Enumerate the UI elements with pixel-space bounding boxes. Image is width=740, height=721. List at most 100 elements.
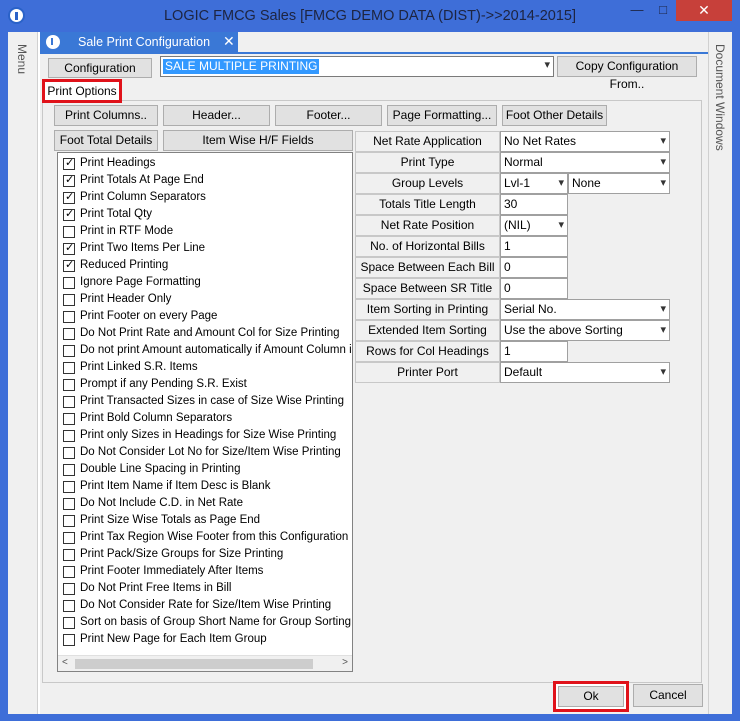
list-item[interactable]: Do Not Consider Rate for Size/Item Wise …	[63, 598, 352, 615]
item-wise-hf-fields-button[interactable]: Item Wise H/F Fields	[163, 130, 353, 151]
checkbox[interactable]	[63, 583, 75, 595]
checkbox[interactable]	[63, 532, 75, 544]
extended-sorting-select[interactable]: Use the above Sorting ▾	[500, 320, 670, 341]
foot-total-details-button[interactable]: Foot Total Details	[54, 130, 158, 151]
rows-col-headings-input[interactable]: 1	[500, 341, 568, 362]
list-item[interactable]: Print Headings	[63, 156, 352, 173]
checkbox[interactable]	[63, 617, 75, 629]
page-formatting-button[interactable]: Page Formatting...	[387, 105, 497, 126]
checkbox[interactable]	[63, 515, 75, 527]
document-windows-label[interactable]: Document Windows	[713, 44, 727, 151]
checkbox[interactable]	[63, 447, 75, 459]
list-item[interactable]: Do Not Print Free Items in Bill	[63, 581, 352, 598]
checkbox[interactable]	[63, 481, 75, 493]
list-item[interactable]: Do Not Consider Lot No for Size/Item Wis…	[63, 445, 352, 462]
checkbox[interactable]	[63, 498, 75, 510]
close-window-button[interactable]: ✕	[676, 0, 732, 21]
print-type-select[interactable]: Normal ▾	[500, 152, 670, 173]
checkbox[interactable]	[63, 258, 75, 272]
item-sorting-select[interactable]: Serial No. ▾	[500, 299, 670, 320]
net-rate-position-select[interactable]: (NIL) ▾	[500, 215, 568, 236]
list-item[interactable]: Print Pack/Size Groups for Size Printing	[63, 547, 352, 564]
checkbox[interactable]	[63, 549, 75, 561]
configuration-select[interactable]: SALE MULTIPLE PRINTING ▾	[160, 56, 554, 77]
copy-configuration-button[interactable]: Copy Configuration From..	[557, 56, 697, 91]
checkbox[interactable]	[63, 241, 75, 255]
checkbox[interactable]	[63, 362, 75, 374]
print-options-list[interactable]: Print Headings Print Totals At Page End …	[57, 152, 353, 672]
chevron-down-icon[interactable]: ▾	[544, 58, 550, 71]
checkbox[interactable]	[63, 600, 75, 612]
list-item[interactable]: Print Linked S.R. Items	[63, 360, 352, 377]
space-each-bill-input[interactable]: 0	[500, 257, 568, 278]
horizontal-bills-input[interactable]: 1	[500, 236, 568, 257]
list-item[interactable]: Print in RTF Mode	[63, 224, 352, 241]
checkbox[interactable]	[63, 328, 75, 340]
print-columns-button[interactable]: Print Columns..	[54, 105, 158, 126]
maximize-button[interactable]: □	[650, 0, 676, 21]
tab-sale-print-configuration[interactable]: Sale Print Configuration ✕	[40, 32, 238, 52]
space-sr-title-input[interactable]: 0	[500, 278, 568, 299]
horizontal-scrollbar[interactable]: < >	[58, 655, 352, 671]
group-levels-secondary-select[interactable]: None ▾	[568, 173, 670, 194]
cancel-button[interactable]: Cancel	[633, 684, 703, 707]
list-item[interactable]: Print Footer Immediately After Items	[63, 564, 352, 581]
checkbox[interactable]	[63, 311, 75, 323]
chevron-down-icon[interactable]: ▾	[660, 321, 666, 340]
chevron-down-icon[interactable]: ▾	[558, 216, 564, 235]
checkbox[interactable]	[63, 294, 75, 306]
footer-button[interactable]: Footer...	[275, 105, 382, 126]
configuration-button[interactable]: Configuration	[48, 58, 152, 78]
side-menu-label[interactable]: Menu	[15, 44, 29, 74]
chevron-down-icon[interactable]: ▾	[558, 174, 564, 193]
checkbox[interactable]	[63, 277, 75, 289]
list-item[interactable]: Reduced Printing	[63, 258, 352, 275]
list-item[interactable]: Print Size Wise Totals as Page End	[63, 513, 352, 530]
foot-other-details-button[interactable]: Foot Other Details	[502, 105, 607, 126]
net-rate-application-select[interactable]: No Net Rates ▾	[500, 131, 670, 152]
checkbox[interactable]	[63, 566, 75, 578]
totals-title-length-input[interactable]: 30	[500, 194, 568, 215]
checkbox[interactable]	[63, 396, 75, 408]
checkbox[interactable]	[63, 379, 75, 391]
list-item[interactable]: Sort on basis of Group Short Name for Gr…	[63, 615, 352, 632]
scrollbar-thumb[interactable]	[75, 659, 313, 669]
list-item[interactable]: Print Transacted Sizes in case of Size W…	[63, 394, 352, 411]
checkbox[interactable]	[63, 173, 75, 187]
checkbox[interactable]	[63, 634, 75, 646]
ok-button[interactable]: Ok	[558, 686, 624, 707]
checkbox[interactable]	[63, 190, 75, 204]
checkbox[interactable]	[63, 156, 75, 170]
list-item[interactable]: Print Totals At Page End	[63, 173, 352, 190]
chevron-down-icon[interactable]: ▾	[660, 132, 666, 151]
group-levels-select[interactable]: Lvl-1 ▾	[500, 173, 568, 194]
list-item[interactable]: Print Total Qty	[63, 207, 352, 224]
scroll-right-icon[interactable]: >	[342, 657, 348, 668]
chevron-down-icon[interactable]: ▾	[660, 300, 666, 319]
document-windows-panel[interactable]: Document Windows	[708, 32, 732, 714]
list-item[interactable]: Print Two Items Per Line	[63, 241, 352, 258]
chevron-down-icon[interactable]: ▾	[660, 363, 666, 382]
list-item[interactable]: Print Footer on every Page	[63, 309, 352, 326]
list-item[interactable]: Double Line Spacing in Printing	[63, 462, 352, 479]
tab-print-options[interactable]: Print Options	[42, 79, 122, 103]
minimize-button[interactable]: —	[624, 0, 650, 21]
checkbox[interactable]	[63, 345, 75, 357]
close-tab-icon[interactable]: ✕	[223, 33, 235, 50]
chevron-down-icon[interactable]: ▾	[660, 153, 666, 172]
checkbox[interactable]	[63, 226, 75, 238]
list-item[interactable]: Ignore Page Formatting	[63, 275, 352, 292]
scroll-left-icon[interactable]: <	[62, 657, 68, 668]
list-item[interactable]: Do Not Include C.D. in Net Rate	[63, 496, 352, 513]
printer-port-select[interactable]: Default ▾	[500, 362, 670, 383]
list-item[interactable]: Prompt if any Pending S.R. Exist	[63, 377, 352, 394]
side-menu-panel[interactable]: Menu	[8, 32, 38, 714]
list-item[interactable]: Print Tax Region Wise Footer from this C…	[63, 530, 352, 547]
list-item[interactable]: Print Header Only	[63, 292, 352, 309]
checkbox[interactable]	[63, 430, 75, 442]
list-item[interactable]: Do Not Print Rate and Amount Col for Siz…	[63, 326, 352, 343]
chevron-down-icon[interactable]: ▾	[660, 174, 666, 193]
list-item[interactable]: Print New Page for Each Item Group	[63, 632, 352, 649]
list-item[interactable]: Do not print Amount automatically if Amo…	[63, 343, 352, 360]
list-item[interactable]: Print only Sizes in Headings for Size Wi…	[63, 428, 352, 445]
